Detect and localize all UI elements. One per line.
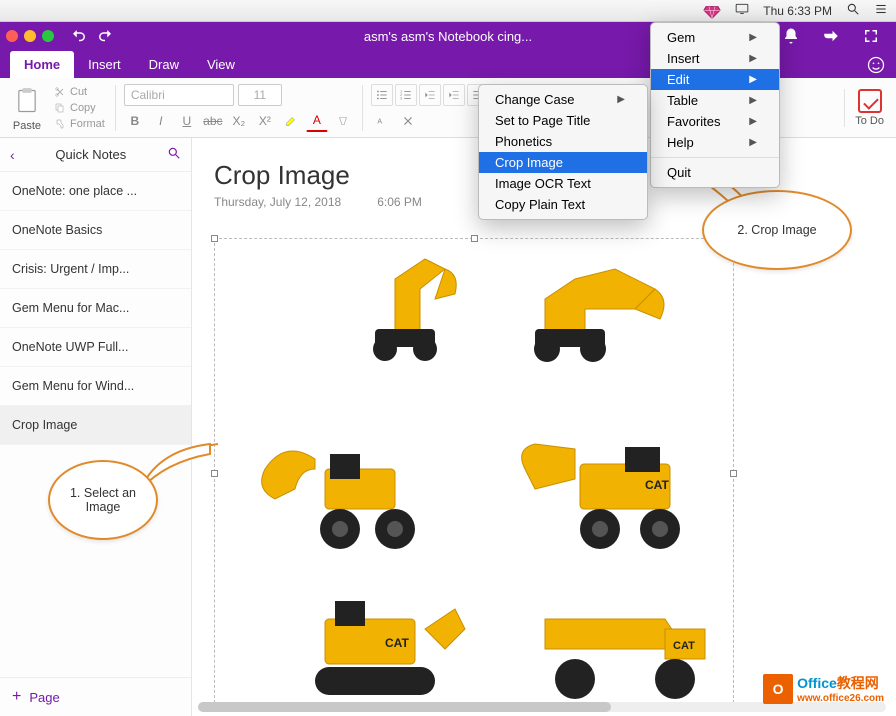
numbering-button[interactable]: 123 bbox=[395, 84, 417, 106]
minimize-window-button[interactable] bbox=[24, 30, 36, 42]
underline-button[interactable]: U bbox=[176, 110, 198, 132]
pages-sidebar: ‹ Quick Notes OneNote: one place ...OneN… bbox=[0, 138, 192, 716]
gem-menu-favorites[interactable]: Favorites▶ bbox=[651, 111, 779, 132]
callout-crop-image: 2. Crop Image bbox=[702, 190, 852, 270]
gem-menu-edit[interactable]: Edit▶ bbox=[651, 69, 779, 90]
bold-button[interactable]: B bbox=[124, 110, 146, 132]
clear-format-button[interactable] bbox=[332, 110, 354, 132]
copy-button[interactable]: Copy bbox=[52, 101, 107, 115]
toy-bulldozer-icon: CAT bbox=[275, 589, 475, 709]
undo-icon[interactable] bbox=[70, 27, 88, 45]
toy-dumptruck-icon: CAT bbox=[515, 589, 725, 709]
toy-loader-icon: CAT bbox=[495, 419, 705, 559]
todo-tag-button[interactable] bbox=[858, 89, 882, 113]
add-page-button[interactable]: + Page bbox=[0, 677, 191, 716]
toy-backhoe-icon bbox=[245, 419, 445, 559]
font-size-combo[interactable]: 11 bbox=[238, 84, 282, 106]
sidebar-item[interactable]: OneNote: one place ... bbox=[0, 172, 191, 211]
callout-select-image: 1. Select an Image bbox=[48, 460, 158, 540]
sidebar-item[interactable]: OneNote UWP Full... bbox=[0, 328, 191, 367]
sidebar-search-icon[interactable] bbox=[167, 146, 181, 163]
edit-change-case[interactable]: Change Case▶ bbox=[479, 89, 647, 110]
resize-handle[interactable] bbox=[471, 235, 478, 242]
todo-label: To Do bbox=[855, 115, 884, 127]
close-window-button[interactable] bbox=[6, 30, 18, 42]
subscript-button[interactable]: X₂ bbox=[228, 110, 250, 132]
resize-handle[interactable] bbox=[211, 235, 218, 242]
indent-button[interactable] bbox=[443, 84, 465, 106]
tab-view[interactable]: View bbox=[193, 51, 249, 78]
superscript-button[interactable]: X² bbox=[254, 110, 276, 132]
resize-handle[interactable] bbox=[730, 470, 737, 477]
svg-text:A: A bbox=[377, 118, 382, 125]
tab-draw[interactable]: Draw bbox=[135, 51, 193, 78]
sidebar-item[interactable]: Gem Menu for Wind... bbox=[0, 367, 191, 406]
sidebar-item[interactable]: OneNote Basics bbox=[0, 211, 191, 250]
selected-image-frame[interactable]: CAT CAT CAT bbox=[214, 238, 734, 708]
redo-icon[interactable] bbox=[96, 27, 114, 45]
sidebar-item[interactable]: Crop Image bbox=[0, 406, 191, 445]
svg-text:CAT: CAT bbox=[385, 636, 409, 650]
edit-set-page-title[interactable]: Set to Page Title bbox=[479, 110, 647, 131]
tab-home[interactable]: Home bbox=[10, 51, 74, 78]
font-name-combo[interactable]: Calibri bbox=[124, 84, 234, 106]
notifications-icon[interactable] bbox=[782, 27, 800, 45]
fullscreen-icon[interactable] bbox=[862, 27, 880, 45]
toy-excavator-icon bbox=[335, 249, 465, 369]
paste-button[interactable]: Paste bbox=[6, 84, 48, 132]
notification-center-icon[interactable] bbox=[874, 2, 888, 19]
cut-button[interactable]: Cut bbox=[52, 85, 107, 99]
gem-menu-gem[interactable]: Gem▶ bbox=[651, 27, 779, 48]
gem-menu-insert[interactable]: Insert▶ bbox=[651, 48, 779, 69]
gem-menubar-icon[interactable] bbox=[703, 2, 721, 20]
edit-phonetics[interactable]: Phonetics bbox=[479, 131, 647, 152]
bullets-button[interactable] bbox=[371, 84, 393, 106]
zoom-window-button[interactable] bbox=[42, 30, 54, 42]
menubar-clock: Thu 6:33 PM bbox=[763, 4, 832, 18]
svg-text:3: 3 bbox=[400, 96, 402, 100]
edit-submenu: Change Case▶ Set to Page Title Phonetics… bbox=[478, 84, 648, 220]
highlight-button[interactable] bbox=[280, 110, 302, 132]
styles-button[interactable]: A bbox=[371, 110, 393, 132]
page-date: Thursday, July 12, 2018 bbox=[214, 195, 341, 209]
plus-icon: + bbox=[12, 688, 21, 706]
smiley-feedback-icon[interactable] bbox=[866, 55, 896, 78]
sidebar-item[interactable]: Crisis: Urgent / Imp... bbox=[0, 250, 191, 289]
share-icon[interactable] bbox=[822, 27, 840, 45]
page-time: 6:06 PM bbox=[377, 195, 422, 209]
toy-excavator-icon bbox=[515, 249, 675, 369]
tab-insert[interactable]: Insert bbox=[74, 51, 135, 78]
spotlight-icon[interactable] bbox=[846, 2, 860, 19]
font-color-button[interactable]: A bbox=[306, 110, 328, 132]
italic-button[interactable]: I bbox=[150, 110, 172, 132]
sidebar-item[interactable]: Gem Menu for Mac... bbox=[0, 289, 191, 328]
svg-text:CAT: CAT bbox=[673, 640, 695, 652]
svg-text:CAT: CAT bbox=[645, 478, 669, 492]
window-title: asm's asm's Notebook cing... bbox=[364, 29, 532, 44]
edit-image-ocr[interactable]: Image OCR Text bbox=[479, 173, 647, 194]
outdent-button[interactable] bbox=[419, 84, 441, 106]
edit-crop-image[interactable]: Crop Image bbox=[479, 152, 647, 173]
format-painter-button[interactable]: Format bbox=[52, 117, 107, 131]
watermark-icon: O bbox=[763, 674, 793, 704]
sidebar-title: Quick Notes bbox=[15, 147, 167, 162]
screen-mirror-icon[interactable] bbox=[735, 2, 749, 19]
strike-button[interactable]: abc bbox=[202, 110, 224, 132]
traffic-lights bbox=[6, 30, 54, 42]
gem-dropdown-menu: Gem▶ Insert▶ Edit▶ Table▶ Favorites▶ Hel… bbox=[650, 22, 780, 188]
delete-button[interactable] bbox=[397, 110, 419, 132]
gem-menu-quit[interactable]: Quit bbox=[651, 162, 779, 183]
watermark: O Office教程网 www.office26.com bbox=[763, 673, 884, 704]
gem-menu-table[interactable]: Table▶ bbox=[651, 90, 779, 111]
paste-label: Paste bbox=[13, 120, 41, 132]
mac-menubar: Thu 6:33 PM bbox=[0, 0, 896, 22]
edit-copy-plain-text[interactable]: Copy Plain Text bbox=[479, 194, 647, 215]
gem-menu-help[interactable]: Help▶ bbox=[651, 132, 779, 153]
